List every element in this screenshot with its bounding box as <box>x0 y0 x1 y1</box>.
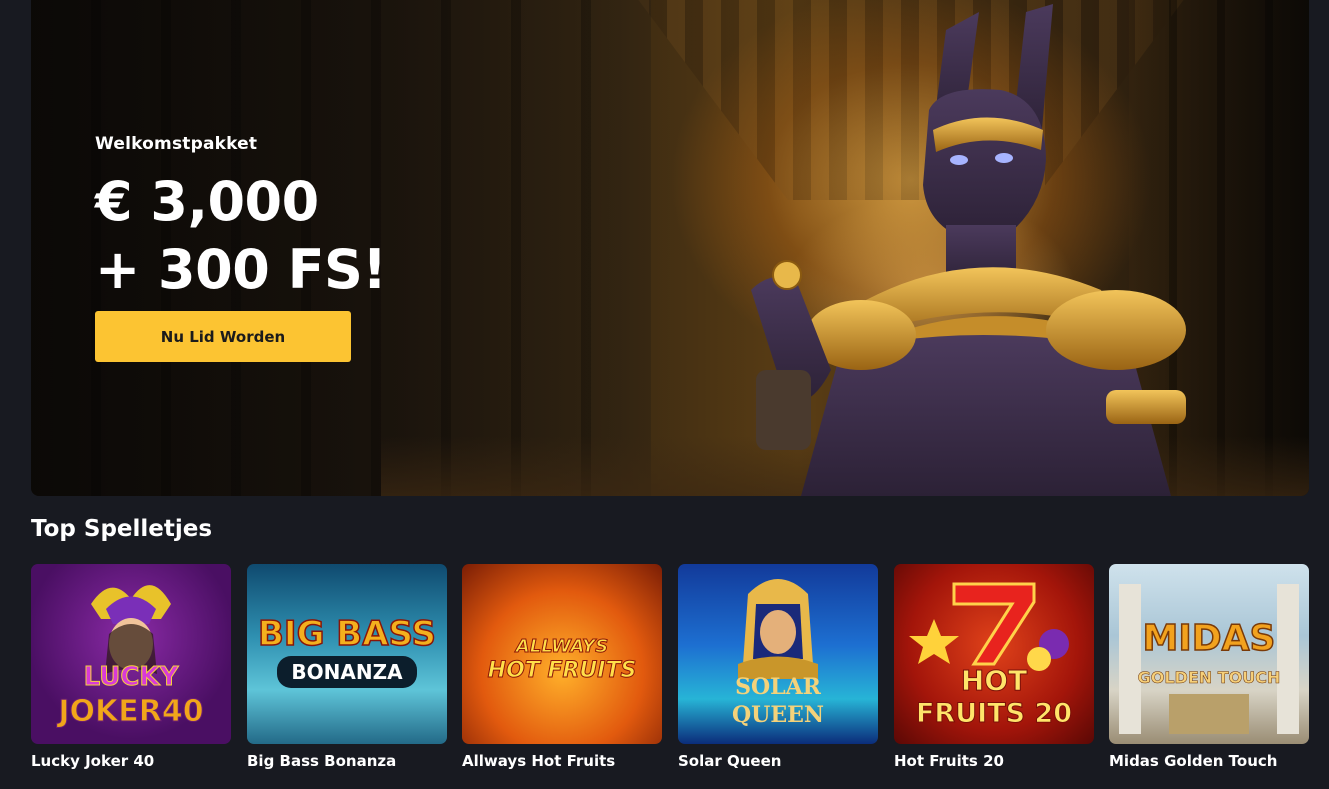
top-games-list: LUCKY JOKER40 Lucky Joker 40 BIG BASS BO… <box>31 564 1309 784</box>
thumb-logo-line-1: ALLWAYS <box>515 636 609 658</box>
game-card-allways-hot-fruits[interactable]: ALLWAYS HOT FRUITS Allways Hot Fruits <box>462 564 662 770</box>
thumb-logo-line-2: JOKER40 <box>58 694 204 730</box>
game-title[interactable]: Midas Golden Touch <box>1109 752 1309 770</box>
game-card-hot-fruits-20[interactable]: HOT FRUITS 20 Hot Fruits 20 <box>894 564 1094 770</box>
thumb-logo-line-1: HOT <box>960 664 1028 698</box>
game-thumbnail[interactable]: LUCKY JOKER40 <box>31 564 231 744</box>
game-title[interactable]: Big Bass Bonanza <box>247 752 447 770</box>
game-title[interactable]: Solar Queen <box>678 752 878 770</box>
game-thumbnail[interactable]: SOLAR QUEEN <box>678 564 878 744</box>
promo-label: Welkomstpakket <box>95 134 258 154</box>
game-card-big-bass-bonanza[interactable]: BIG BASS BONANZA Big Bass Bonanza <box>247 564 447 770</box>
thumb-logo-line-1: LUCKY <box>83 662 179 693</box>
thumb-logo-line-2: QUEEN <box>732 702 824 728</box>
top-games-heading: Top Spelletjes <box>31 516 213 542</box>
promo-amount-line-2: + 300 FS! <box>95 238 387 301</box>
thumb-logo-line-1: MIDAS <box>1142 617 1276 660</box>
game-title[interactable]: Hot Fruits 20 <box>894 752 1094 770</box>
thumb-logo-line-2: BONANZA <box>247 656 447 688</box>
game-thumbnail[interactable]: MIDAS GOLDEN TOUCH <box>1109 564 1309 744</box>
game-title[interactable]: Lucky Joker 40 <box>31 752 231 770</box>
promo-banner[interactable]: Welkomstpakket € 3,000 + 300 FS! Nu Lid … <box>31 0 1309 496</box>
game-card-midas-golden-touch[interactable]: MIDAS GOLDEN TOUCH Midas Golden Touch <box>1109 564 1309 770</box>
thumb-logo-line-1: BIG BASS <box>257 613 437 655</box>
game-card-lucky-joker-40[interactable]: LUCKY JOKER40 Lucky Joker 40 <box>31 564 231 770</box>
game-title[interactable]: Allways Hot Fruits <box>462 752 662 770</box>
anubis-character-image <box>751 4 1186 496</box>
game-thumbnail[interactable]: BIG BASS BONANZA <box>247 564 447 744</box>
promo-amount-line-1: € 3,000 <box>95 170 319 233</box>
game-thumbnail[interactable]: ALLWAYS HOT FRUITS <box>462 564 662 744</box>
promo-text-block: Welkomstpakket € 3,000 + 300 FS! <box>95 134 387 304</box>
thumb-logo-line-2: HOT FRUITS <box>487 658 637 684</box>
thumb-logo-line-2: GOLDEN TOUCH <box>1137 668 1281 688</box>
join-now-button[interactable]: Nu Lid Worden <box>95 311 351 362</box>
thumb-logo-line-2: FRUITS 20 <box>915 698 1073 730</box>
game-thumbnail[interactable]: HOT FRUITS 20 <box>894 564 1094 744</box>
thumb-logo-line-1: SOLAR <box>735 674 821 700</box>
game-card-solar-queen[interactable]: SOLAR QUEEN Solar Queen <box>678 564 878 770</box>
